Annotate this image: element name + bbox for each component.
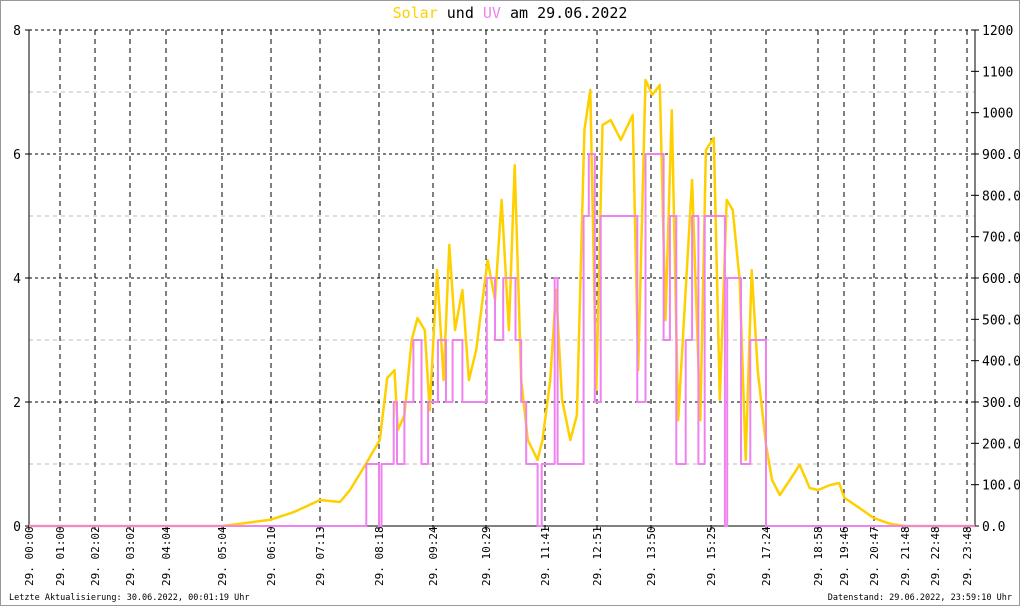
left-tick-label: 6 — [13, 148, 21, 163]
x-tick-label: 29. 23:48 — [961, 526, 974, 586]
x-tick-label: 29. 13:50 — [645, 526, 658, 586]
x-tick-label: 29. 05:04 — [216, 526, 229, 586]
x-tick-label: 29. 11:41 — [539, 526, 552, 586]
right-tick-label: 900.0 — [982, 148, 1020, 163]
left-tick-label: 4 — [13, 272, 21, 287]
right-tick-label: 1000 — [982, 107, 1013, 122]
footer-last-update: Letzte Aktualisierung: 30.06.2022, 00:01… — [9, 593, 250, 603]
right-tick-label: 1100 — [982, 65, 1013, 80]
x-tick-label: 29. 22:48 — [929, 526, 942, 586]
right-tick-label: 500.0 — [982, 313, 1020, 328]
left-tick-label: 0 — [13, 520, 21, 535]
right-tick-label: 700.0 — [982, 231, 1020, 246]
x-tick-label: 29. 09:24 — [427, 526, 440, 586]
x-tick-label: 29. 06:10 — [265, 526, 278, 586]
right-tick-label: 800.0 — [982, 189, 1020, 204]
footer-data-state: Datenstand: 29.06.2022, 23:59:10 Uhr — [827, 593, 1012, 603]
right-tick-label: 600.0 — [982, 272, 1020, 287]
right-tick-label: 200.0 — [982, 437, 1020, 452]
x-tick-label: 29. 03:02 — [124, 526, 137, 586]
chart-svg: 0 2 4 6 8 0.0 100.0 200.0 300.0 400.0 500.0 600.0 70… — [13, 24, 1020, 586]
right-tick-label: 0.0 — [982, 520, 1005, 535]
right-tick-label: 1200 — [982, 24, 1013, 39]
left-tick-label: 8 — [13, 24, 21, 39]
x-tick-label: 29. 00:00 — [23, 526, 36, 586]
x-tick-label: 29. 01:00 — [54, 526, 67, 586]
solar-series-line — [29, 78, 975, 528]
x-tick-label: 29. 19:46 — [838, 526, 851, 586]
x-tick-label: 29. 20:47 — [868, 526, 881, 586]
right-tick-label: 100.0 — [982, 479, 1020, 494]
x-tick-label: 29. 15:25 — [705, 526, 718, 586]
left-tick-label: 2 — [13, 396, 21, 411]
x-tick-label: 29. 08:18 — [373, 526, 386, 586]
x-tick-label: 29. 04:04 — [160, 526, 173, 586]
x-tick-label: 29. 02:02 — [89, 526, 102, 586]
x-tick-label: 29. 17:24 — [760, 526, 773, 586]
right-tick-label: 400.0 — [982, 355, 1020, 370]
x-tick-label: 29. 18:58 — [812, 526, 825, 586]
x-tick-label: 29. 21:48 — [899, 526, 912, 586]
x-tick-label: 29. 12:51 — [591, 526, 604, 586]
right-tick-label: 300.0 — [982, 396, 1020, 411]
x-tick-label: 29. 07:13 — [314, 526, 327, 586]
x-tick-label: 29. 10:29 — [480, 526, 493, 586]
